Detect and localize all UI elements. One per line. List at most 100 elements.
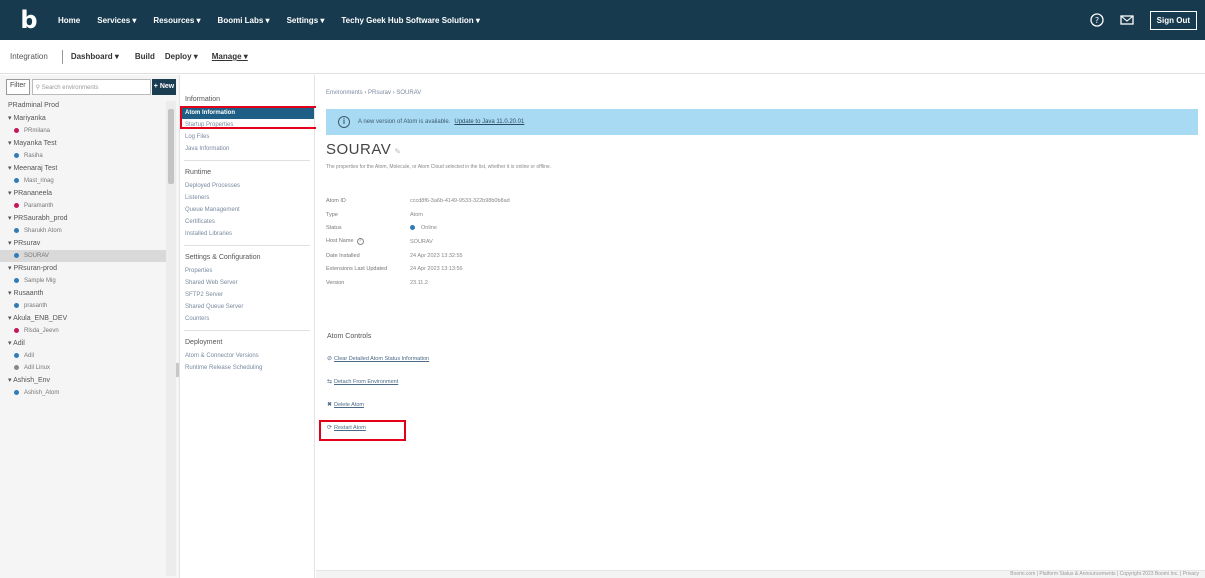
- atom-list-item[interactable]: Ashish_Atom: [0, 387, 166, 399]
- environment-scrollbar[interactable]: [166, 101, 176, 576]
- property-value-text: 23.11.2: [410, 279, 428, 286]
- delete-atom-link-label: Delete Atom: [334, 402, 364, 408]
- edit-icon[interactable]: ✎: [394, 147, 401, 156]
- mail-icon[interactable]: [1120, 13, 1134, 27]
- menu-divider: [184, 245, 310, 246]
- menu-item-installed-libraries[interactable]: Installed Libraries: [180, 228, 314, 240]
- menu-item-runtime-release-scheduling[interactable]: Runtime Release Scheduling: [180, 362, 314, 374]
- subnav-dashboard[interactable]: Dashboard ▾: [71, 52, 119, 61]
- property-value: 24 Apr 2023 13:13:56: [410, 266, 463, 272]
- environment-group-label: ▾ PRsuran-prod: [8, 265, 58, 272]
- menu-item-counters[interactable]: Counters: [180, 313, 314, 325]
- clear-status-link[interactable]: ⊘ Clear Detailed Atom Status Information: [327, 355, 429, 362]
- atom-status-icon: [14, 352, 19, 358]
- menu-item-deployed-processes[interactable]: Deployed Processes: [180, 180, 314, 192]
- atom-label: Sharukh Atom: [24, 228, 62, 234]
- atom-properties: Atom ID cccd8f6-3a6b-4149-9533-322b98b0b8…: [326, 194, 510, 290]
- environment-group[interactable]: ▾ Akula_ENB_DEV: [0, 312, 166, 325]
- atom-label: Rasiha: [24, 153, 43, 159]
- nav-boomi-labs[interactable]: Boomi Labs ▾: [218, 16, 270, 25]
- highlight-restart-atom: [319, 420, 406, 441]
- property-row: Extensions Last Updated 24 Apr 2023 13:13…: [326, 262, 510, 276]
- atom-status-icon: [14, 252, 19, 258]
- atom-list-item[interactable]: prasanth: [0, 300, 166, 312]
- property-label: Type: [326, 212, 410, 218]
- menu-item-listeners[interactable]: Listeners: [180, 192, 314, 204]
- menu-divider: [184, 160, 310, 161]
- atom-label: PRmilana: [24, 128, 51, 134]
- environment-group[interactable]: ▾ Mariyanka: [0, 112, 166, 125]
- subnav-manage[interactable]: Manage ▾: [212, 52, 248, 61]
- menu-item-shared-queue-server[interactable]: Shared Queue Server: [180, 301, 314, 313]
- menu-item-log-files[interactable]: Log Files: [180, 131, 314, 143]
- update-link[interactable]: Update to Java 11.0.20.01: [454, 119, 524, 125]
- subnav-integration[interactable]: Integration: [10, 52, 48, 61]
- environment-group[interactable]: ▾ Rusaanth: [0, 287, 166, 300]
- atom-list-item[interactable]: Sample Mig: [0, 275, 166, 287]
- atom-list-item[interactable]: SOURAV: [0, 250, 166, 262]
- menu-item-shared-web-server[interactable]: Shared Web Server: [180, 277, 314, 289]
- atom-list-item[interactable]: Adil Linux: [0, 362, 166, 374]
- top-nav-bar: b Home Services ▾ Resources ▾ Boomi Labs…: [0, 0, 1205, 40]
- environment-group[interactable]: ▾ Mayanka Test: [0, 137, 166, 150]
- menu-item-java-information[interactable]: Java Information: [180, 143, 314, 155]
- delete-atom-link[interactable]: ✖ Delete Atom: [327, 401, 364, 408]
- property-label: Version: [326, 280, 410, 286]
- environment-group[interactable]: ▾ PRsuran-prod: [0, 262, 166, 275]
- nav-account[interactable]: Techy Geek Hub Software Solution ▾: [341, 16, 480, 25]
- nav-services[interactable]: Services ▾: [97, 16, 136, 25]
- boomi-logo[interactable]: b: [14, 5, 44, 35]
- sign-out-button[interactable]: Sign Out: [1149, 10, 1197, 30]
- subnav-build[interactable]: Build: [135, 52, 155, 61]
- nav-settings[interactable]: Settings ▾: [287, 16, 325, 25]
- environment-search-input[interactable]: ⚲ Search environments: [31, 79, 151, 95]
- menu-item-properties[interactable]: Properties: [180, 265, 314, 277]
- atom-list-item[interactable]: PRmilana: [0, 125, 166, 137]
- environment-group[interactable]: ▾ Adil: [0, 337, 166, 350]
- environment-group[interactable]: ▾ PRananeela: [0, 187, 166, 200]
- environment-group[interactable]: ▾ PRSaurabh_prod: [0, 212, 166, 225]
- menu-item-atom-connector-versions[interactable]: Atom & Connector Versions: [180, 350, 314, 362]
- property-value-text: 24 Apr 2023 13:32:55: [410, 252, 463, 259]
- environment-group[interactable]: ▾ Ashish_Env: [0, 374, 166, 387]
- environment-group[interactable]: ▾ PRsurav: [0, 237, 166, 250]
- help-icon[interactable]: ?: [356, 238, 364, 246]
- menu-item-certificates[interactable]: Certificates: [180, 216, 314, 228]
- scrollbar-thumb[interactable]: [168, 109, 174, 184]
- property-value: SOURAV: [410, 239, 433, 245]
- environment-group[interactable]: ▾ Meenaraj Test: [0, 162, 166, 175]
- atom-list-item[interactable]: Paramanth: [0, 200, 166, 212]
- nav-home[interactable]: Home: [58, 16, 80, 25]
- atom-list-item[interactable]: Rasiha: [0, 150, 166, 162]
- property-value: Atom: [410, 212, 423, 218]
- filter-button[interactable]: Filter: [6, 79, 30, 95]
- atom-list-item[interactable]: Rlsda_Jeevn: [0, 325, 166, 337]
- atom-controls-title: Atom Controls: [327, 333, 372, 340]
- breadcrumb[interactable]: Environments › PRsurav › SOURAV: [326, 90, 421, 96]
- property-label-text: Atom ID: [326, 197, 346, 204]
- detach-environment-link[interactable]: ⇆ Detach From Environment: [327, 378, 398, 385]
- menu-item-queue-management[interactable]: Queue Management: [180, 204, 314, 216]
- atom-management-menu: Information Atom Information Startup Prope…: [180, 75, 315, 578]
- property-value-text: Atom: [410, 211, 423, 218]
- atom-status-icon: [14, 127, 19, 133]
- svg-text:?: ?: [1095, 16, 1099, 25]
- menu-item-sftp2-server[interactable]: SFTP2 Server: [180, 289, 314, 301]
- atom-information-content: Environments › PRsurav › SOURAV i A new …: [316, 75, 1205, 578]
- atom-list-item[interactable]: Sharukh Atom: [0, 225, 166, 237]
- atom-label: Ashish_Atom: [24, 390, 60, 396]
- environment-group[interactable]: PRadminal Prod: [0, 99, 166, 112]
- environment-group-label: ▾ PRsurav: [8, 240, 41, 247]
- atom-list-item[interactable]: Adil: [0, 350, 166, 362]
- nav-resources[interactable]: Resources ▾: [153, 16, 200, 25]
- menu-section-title: Runtime: [185, 169, 212, 176]
- atom-list-item[interactable]: Mast_rinag: [0, 175, 166, 187]
- atom-label: Mast_rinag: [24, 178, 54, 184]
- help-icon[interactable]: ?: [1090, 13, 1104, 27]
- highlight-atom-information: [180, 106, 319, 129]
- property-label-text: Extensions Last Updated: [326, 266, 388, 273]
- subnav-deploy[interactable]: Deploy ▾: [165, 52, 198, 61]
- search-placeholder: Search environments: [41, 85, 99, 91]
- new-environment-button[interactable]: + New: [152, 79, 176, 95]
- menu-section-title: Information: [185, 96, 221, 103]
